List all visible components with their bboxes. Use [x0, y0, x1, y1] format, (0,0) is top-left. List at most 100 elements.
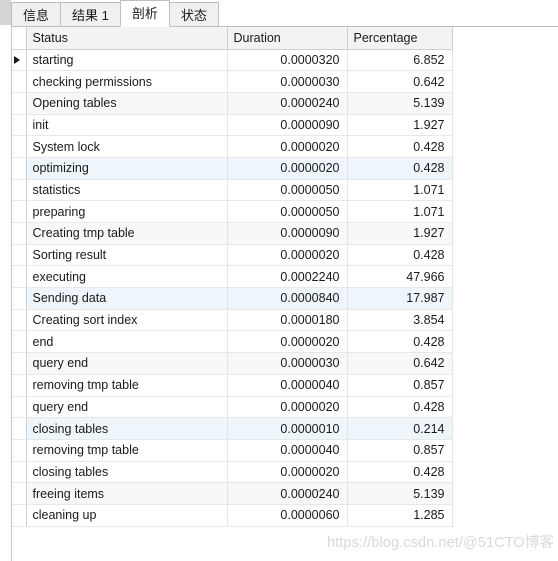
cell-percentage[interactable]: 47.966: [347, 265, 453, 289]
table-row[interactable]: Opening tables 0.0000240 5.139: [12, 92, 453, 115]
cell-percentage[interactable]: 1.927: [347, 222, 453, 245]
cell-duration[interactable]: 0.0000010: [227, 417, 348, 440]
row-selector-cell[interactable]: [12, 330, 27, 354]
cell-percentage[interactable]: 0.857: [347, 374, 453, 397]
cell-status[interactable]: Creating tmp table: [26, 222, 228, 245]
table-row[interactable]: Creating sort index 0.0000180 3.854: [12, 309, 453, 332]
row-selector-cell[interactable]: [12, 179, 27, 202]
column-header-status[interactable]: Status: [26, 27, 228, 50]
table-row[interactable]: Sorting result 0.0000020 0.428: [12, 244, 453, 267]
cell-percentage[interactable]: 0.428: [347, 157, 453, 180]
table-row[interactable]: Creating tmp table 0.0000090 1.927: [12, 222, 453, 245]
cell-duration[interactable]: 0.0000050: [227, 200, 348, 223]
profile-grid-container[interactable]: Status Duration Percentage starting 0.000…: [11, 27, 558, 561]
cell-status[interactable]: Sorting result: [26, 244, 228, 267]
cell-percentage[interactable]: 0.428: [347, 396, 453, 419]
cell-status[interactable]: System lock: [26, 135, 228, 158]
tab-profile[interactable]: 剖析: [119, 0, 170, 27]
tab-info[interactable]: 信息: [11, 2, 62, 27]
cell-percentage[interactable]: 17.987: [347, 287, 453, 310]
cell-duration[interactable]: 0.0000030: [227, 352, 348, 375]
table-row[interactable]: closing tables 0.0000020 0.428: [12, 461, 453, 484]
cell-status[interactable]: starting: [26, 49, 228, 72]
cell-percentage[interactable]: 0.857: [347, 439, 453, 462]
cell-status[interactable]: removing tmp table: [26, 439, 228, 462]
cell-percentage[interactable]: 1.285: [347, 504, 453, 527]
row-selector-cell[interactable]: [12, 352, 27, 375]
table-row[interactable]: optimizing 0.0000020 0.428: [12, 157, 453, 180]
table-row[interactable]: Sending data 0.0000840 17.987: [12, 287, 453, 310]
table-row[interactable]: starting 0.0000320 6.852: [12, 49, 453, 72]
cell-duration[interactable]: 0.0000090: [227, 222, 348, 245]
cell-status[interactable]: init: [26, 114, 228, 137]
cell-duration[interactable]: 0.0000020: [227, 135, 348, 158]
table-row[interactable]: System lock 0.0000020 0.428: [12, 135, 453, 158]
cell-duration[interactable]: 0.0002240: [227, 265, 348, 289]
row-selector-cell[interactable]: [12, 244, 27, 267]
cell-duration[interactable]: 0.0000240: [227, 92, 348, 115]
row-selector-cell[interactable]: [12, 92, 27, 115]
row-selector-cell[interactable]: [12, 114, 27, 137]
tab-result1[interactable]: 结果 1: [60, 2, 121, 27]
table-row[interactable]: statistics 0.0000050 1.071: [12, 179, 453, 202]
cell-status[interactable]: freeing items: [26, 482, 228, 505]
row-selector-cell[interactable]: [12, 504, 27, 527]
cell-status[interactable]: statistics: [26, 179, 228, 202]
cell-duration[interactable]: 0.0000090: [227, 114, 348, 137]
table-row[interactable]: freeing items 0.0000240 5.139: [12, 482, 453, 505]
row-selector-cell[interactable]: [12, 287, 27, 310]
table-row[interactable]: checking permissions 0.0000030 0.642: [12, 70, 453, 93]
row-selector-cell[interactable]: [12, 135, 27, 158]
cell-percentage[interactable]: 5.139: [347, 482, 453, 505]
tab-status[interactable]: 状态: [168, 2, 219, 27]
cell-percentage[interactable]: 0.428: [347, 244, 453, 267]
row-selector-cell[interactable]: [12, 374, 27, 397]
cell-status[interactable]: preparing: [26, 200, 228, 223]
row-selector-cell[interactable]: [12, 482, 27, 505]
row-selector-cell[interactable]: [12, 200, 27, 223]
table-row[interactable]: query end 0.0000030 0.642: [12, 352, 453, 375]
cell-duration[interactable]: 0.0000240: [227, 482, 348, 505]
cell-status[interactable]: Creating sort index: [26, 309, 228, 332]
table-row[interactable]: init 0.0000090 1.927: [12, 114, 453, 137]
row-selector-cell[interactable]: [12, 157, 27, 180]
column-header-duration[interactable]: Duration: [227, 27, 348, 50]
cell-duration[interactable]: 0.0000840: [227, 287, 348, 310]
cell-duration[interactable]: 0.0000020: [227, 396, 348, 419]
cell-duration[interactable]: 0.0000060: [227, 504, 348, 527]
row-selector-cell[interactable]: [12, 70, 27, 93]
cell-duration[interactable]: 0.0000020: [227, 157, 348, 180]
row-selector-cell[interactable]: [12, 222, 27, 245]
row-selector-cell[interactable]: [12, 49, 27, 72]
table-row[interactable]: end 0.0000020 0.428: [12, 330, 453, 354]
cell-duration[interactable]: 0.0000050: [227, 179, 348, 202]
row-selector-cell[interactable]: [12, 461, 27, 484]
cell-percentage[interactable]: 0.428: [347, 135, 453, 158]
row-selector-cell[interactable]: [12, 417, 27, 440]
table-row[interactable]: removing tmp table 0.0000040 0.857: [12, 374, 453, 397]
cell-status[interactable]: cleaning up: [26, 504, 228, 527]
cell-status[interactable]: Opening tables: [26, 92, 228, 115]
cell-percentage[interactable]: 1.071: [347, 200, 453, 223]
cell-percentage[interactable]: 3.854: [347, 309, 453, 332]
table-row[interactable]: closing tables 0.0000010 0.214: [12, 417, 453, 440]
cell-percentage[interactable]: 0.214: [347, 417, 453, 440]
cell-duration[interactable]: 0.0000320: [227, 49, 348, 72]
cell-duration[interactable]: 0.0000040: [227, 439, 348, 462]
cell-percentage[interactable]: 0.428: [347, 461, 453, 484]
cell-percentage[interactable]: 1.071: [347, 179, 453, 202]
cell-duration[interactable]: 0.0000040: [227, 374, 348, 397]
cell-status[interactable]: end: [26, 330, 228, 354]
cell-percentage[interactable]: 6.852: [347, 49, 453, 72]
cell-status[interactable]: query end: [26, 352, 228, 375]
table-row[interactable]: removing tmp table 0.0000040 0.857: [12, 439, 453, 462]
cell-percentage[interactable]: 1.927: [347, 114, 453, 137]
cell-percentage[interactable]: 0.428: [347, 330, 453, 354]
table-row[interactable]: executing 0.0002240 47.966: [12, 265, 453, 289]
cell-duration[interactable]: 0.0000180: [227, 309, 348, 332]
cell-duration[interactable]: 0.0000020: [227, 330, 348, 354]
cell-duration[interactable]: 0.0000020: [227, 461, 348, 484]
cell-status[interactable]: closing tables: [26, 461, 228, 484]
row-selector-cell[interactable]: [12, 265, 27, 289]
table-row[interactable]: cleaning up 0.0000060 1.285: [12, 504, 453, 527]
